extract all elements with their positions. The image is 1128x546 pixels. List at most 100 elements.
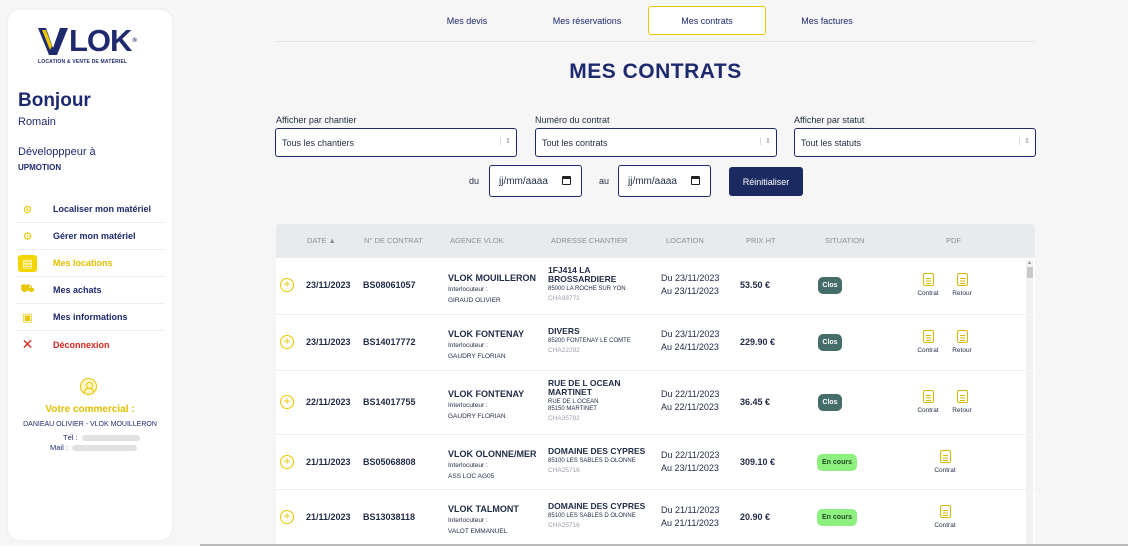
expand-plus-icon[interactable]: + <box>280 278 294 292</box>
interlocutor-label: Interlocuteur : <box>448 342 488 349</box>
calendar-icon[interactable] <box>562 176 571 185</box>
row-agency: VLOK FONTENAY Interlocuteur : GAUDRY FLO… <box>448 389 543 421</box>
id-card-icon: ▣ <box>22 311 33 324</box>
date-from-placeholder: jj/mm/aaaa <box>499 175 548 187</box>
agency-name: VLOK FONTENAY <box>448 389 525 399</box>
interlocutor-label: Interlocuteur : <box>448 402 488 409</box>
vlok-logo[interactable]: LOK ® LOCATION & VENTE DE MATÉRIEL <box>38 23 148 74</box>
status-badge: Clos <box>818 394 842 411</box>
table-row: + 21/11/2023 BS05068808 VLOK OLONNE/MER … <box>276 435 1035 490</box>
table-row: + 21/11/2023 BS13038118 VLOK TALMONT Int… <box>276 490 1035 546</box>
sidebar-item-gerer[interactable]: ⚙ Gérer mon matériel <box>16 223 164 250</box>
row-agency: VLOK FONTENAY Interlocuteur : GAUDRY FLO… <box>448 329 543 361</box>
equipment-icon: ⚙ <box>22 230 33 243</box>
contracts-table: + 23/11/2023 BS08061057 VLOK MOUILLERON … <box>276 258 1035 546</box>
pdf-file-icon <box>956 273 968 286</box>
col-agence: AGENCE VLOK <box>450 236 504 245</box>
user-circle-icon <box>80 378 97 395</box>
sidebar-item-achats[interactable]: ⛟ Mes achats <box>16 277 164 304</box>
sidebar-item-label: Localiser mon matériel <box>53 204 152 214</box>
pdf-retour-link[interactable]: Retour <box>948 273 976 297</box>
cart-icon: ⛟ <box>20 283 35 295</box>
row-contract-number: BS13038118 <box>363 512 416 522</box>
interlocutor-label: Interlocuteur : <box>448 286 488 293</box>
row-price: 53.50 € <box>740 280 771 290</box>
expand-plus-icon[interactable]: + <box>280 455 294 469</box>
filter-contrat-select[interactable]: Tout les contrats ⇕ <box>535 128 777 157</box>
agency-name: VLOK MOUILLERON <box>448 273 536 283</box>
address-city: 85000 LA ROCHE SUR YON <box>548 286 626 292</box>
pdf-label: Contrat <box>934 522 956 529</box>
pdf-label: Contrat <box>917 290 939 297</box>
logo-text: LOK <box>69 23 132 58</box>
table-scrollbar[interactable]: ▲ <box>1026 260 1033 546</box>
pdf-retour-link[interactable]: Retour <box>948 330 976 354</box>
location-from: Du 22/11/2023 <box>661 450 720 460</box>
row-address: DOMAINE DES CYPRES 85100 LES SABLES D OL… <box>548 502 654 530</box>
pdf-contrat-link[interactable]: Contrat <box>914 390 942 414</box>
address-code: CHA25716 <box>548 467 580 474</box>
sidebar-item-label: Mes locations <box>53 258 113 268</box>
row-agency: VLOK TALMONT Interlocuteur : VALOT EMMAN… <box>448 504 543 536</box>
commercial-mail: Mail : <box>50 443 137 452</box>
pdf-label: Contrat <box>934 467 956 474</box>
page-title: MES CONTRATS <box>569 60 742 83</box>
address-name: RUE DE L OCEAN MARTINET <box>548 378 621 397</box>
tab-reservations[interactable]: Mes réservations <box>528 6 646 35</box>
status-badge: En cours <box>817 454 857 471</box>
expand-plus-icon[interactable]: + <box>280 395 294 409</box>
row-date: 21/11/2023 <box>306 457 351 467</box>
table-header: DATE ▲ N° DE CONTRAT AGENCE VLOK ADRESSE… <box>276 224 1035 258</box>
calendar-icon[interactable] <box>691 176 700 185</box>
address-name: DIVERS <box>548 326 580 336</box>
pdf-file-icon <box>939 505 951 518</box>
scroll-up-arrow-icon[interactable]: ▲ <box>1027 260 1032 266</box>
user-name: Romain <box>18 116 56 128</box>
interlocutor-label: Interlocuteur : <box>448 462 488 469</box>
reset-button[interactable]: Réinitialiser <box>729 167 803 196</box>
document-icon: ▤ <box>18 254 37 272</box>
logo-v-mark-icon <box>38 28 68 55</box>
sidebar-item-localiser[interactable]: ⊙ Localiser mon matériel <box>16 196 164 223</box>
address-code: CHA98771 <box>548 295 580 302</box>
location-from: Du 21/11/2023 <box>661 505 720 515</box>
pdf-contrat-link[interactable]: Contrat <box>914 330 942 354</box>
filter-statut-select[interactable]: Tout les statuts ⇕ <box>794 128 1036 157</box>
table-row: + 23/11/2023 BS08061057 VLOK MOUILLERON … <box>276 258 1035 315</box>
sidebar: LOK ® LOCATION & VENTE DE MATÉRIEL Bonjou… <box>8 10 172 540</box>
row-date: 23/11/2023 <box>306 337 351 347</box>
pdf-label: Retour <box>952 290 972 297</box>
status-badge: Clos <box>818 277 842 294</box>
row-contract-number: BS05068808 <box>363 457 416 467</box>
sidebar-item-informations[interactable]: ▣ Mes informations <box>16 304 164 331</box>
pdf-label: Contrat <box>917 407 939 414</box>
col-date[interactable]: DATE ▲ <box>307 236 336 245</box>
date-from-input[interactable]: jj/mm/aaaa <box>489 165 582 197</box>
address-city: 85200 FONTENAY LE COMTE <box>548 338 631 344</box>
pdf-contrat-link[interactable]: Contrat <box>914 273 942 297</box>
row-price: 229.90 € <box>740 337 776 347</box>
expand-plus-icon[interactable]: + <box>280 510 294 524</box>
tabs-divider <box>276 41 1035 42</box>
tab-factures[interactable]: Mes factures <box>768 6 886 35</box>
expand-plus-icon[interactable]: + <box>280 335 294 349</box>
tab-devis[interactable]: Mes devis <box>408 6 526 35</box>
col-location: LOCATION <box>666 236 704 245</box>
date-to-input[interactable]: jj/mm/aaaa <box>618 165 711 197</box>
row-price: 309.10 € <box>740 457 776 467</box>
sidebar-item-deconnexion[interactable]: ✕ Déconnexion <box>16 331 164 358</box>
pdf-contrat-link[interactable]: Contrat <box>931 505 959 529</box>
redacted-phone <box>81 434 140 441</box>
filter-chantier-select[interactable]: Tous les chantiers ⇕ <box>275 128 517 157</box>
sidebar-item-locations[interactable]: ▤ Mes locations <box>16 250 164 277</box>
tab-contrats[interactable]: Mes contrats <box>648 6 766 35</box>
pdf-label: Retour <box>952 347 972 354</box>
scrollbar-thumb[interactable] <box>1027 267 1033 278</box>
pdf-file-icon <box>939 450 951 463</box>
commercial-tel: Tél : <box>63 433 140 442</box>
row-date: 21/11/2023 <box>306 512 351 522</box>
pdf-retour-link[interactable]: Retour <box>948 390 976 414</box>
location-to: Au 21/11/2023 <box>661 518 719 528</box>
pdf-contrat-link[interactable]: Contrat <box>931 450 959 474</box>
location-to: Au 22/11/2023 <box>661 402 719 412</box>
